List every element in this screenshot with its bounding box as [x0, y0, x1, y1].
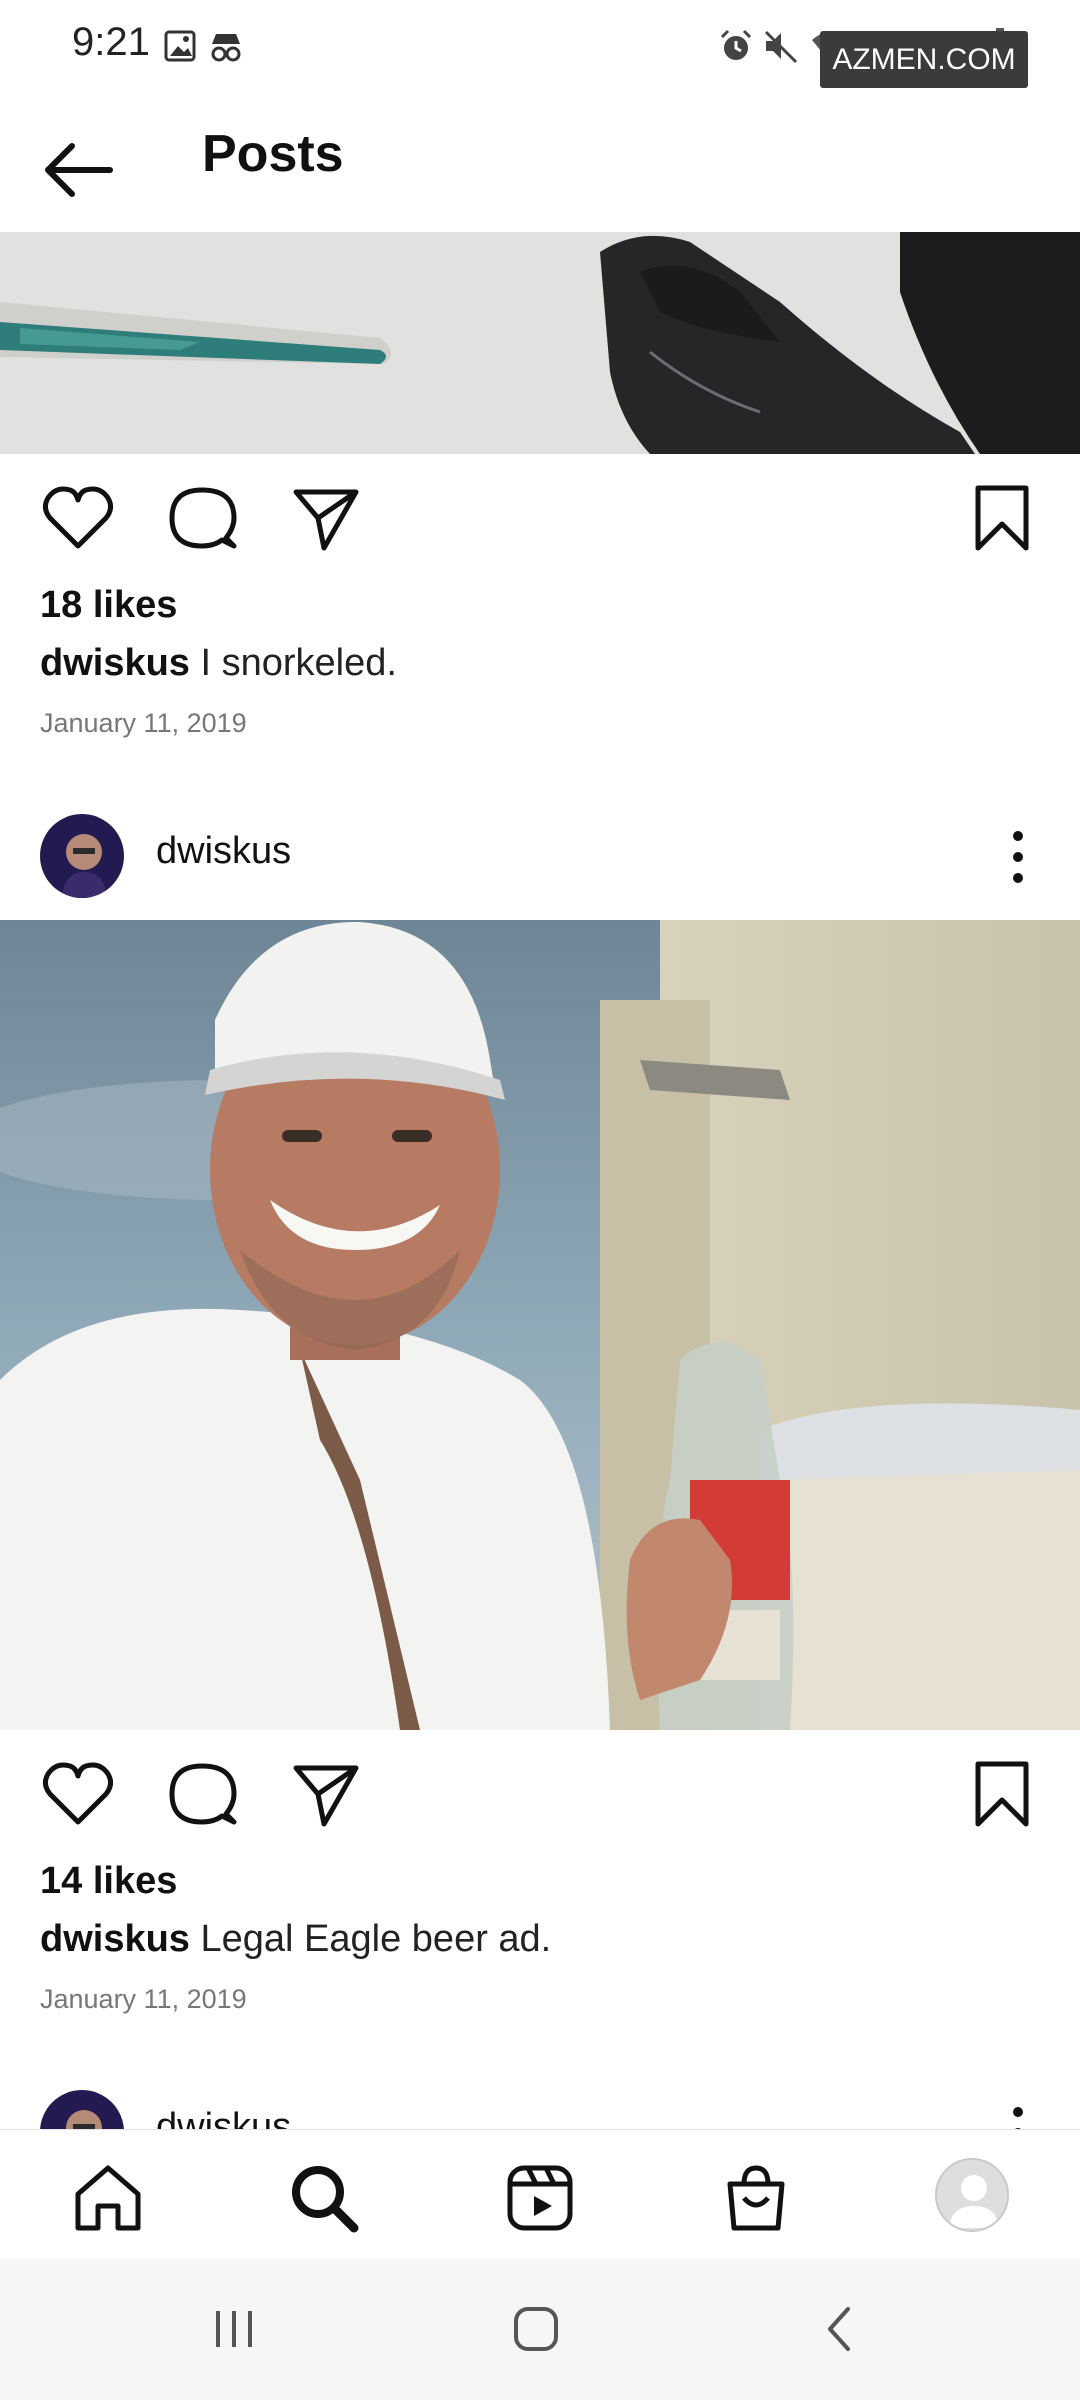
shop-icon[interactable] — [718, 2160, 794, 2236]
image-icon — [164, 30, 196, 62]
search-icon[interactable] — [286, 2160, 362, 2236]
heart-icon[interactable] — [40, 1756, 116, 1832]
profile-avatar[interactable] — [935, 2158, 1009, 2232]
more-options-icon[interactable] — [1000, 2098, 1036, 2129]
post-caption: dwiskus Legal Eagle beer ad. — [40, 1918, 551, 1961]
post-caption: dwiskus I snorkeled. — [40, 642, 397, 685]
caption-username[interactable]: dwiskus — [40, 1918, 190, 1960]
more-options-icon[interactable] — [1000, 822, 1036, 892]
post-author[interactable]: dwiskus — [156, 2106, 291, 2129]
caption-username[interactable]: dwiskus — [40, 642, 190, 684]
bottom-nav — [0, 2129, 1080, 2259]
posts-feed[interactable]: 18 likes dwiskus I snorkeled. January 11… — [0, 232, 1080, 2129]
incognito-icon — [211, 34, 241, 62]
likes-count[interactable]: 18 likes — [40, 584, 177, 627]
caption-text: I snorkeled. — [200, 642, 397, 684]
arrow-left-icon[interactable] — [40, 130, 120, 210]
share-icon[interactable] — [288, 1756, 364, 1832]
comment-icon[interactable] — [164, 1756, 240, 1832]
page-title: Posts — [202, 125, 344, 183]
system-nav — [0, 2259, 1080, 2400]
recents-icon[interactable] — [204, 2299, 264, 2359]
post-image-snorkel[interactable] — [0, 232, 1080, 454]
post-image-beer[interactable] — [0, 920, 1080, 1730]
caption-text: Legal Eagle beer ad. — [200, 1918, 552, 1960]
post-header: dwiskus — [0, 802, 1080, 912]
heart-icon[interactable] — [40, 480, 116, 556]
mute-icon — [764, 30, 798, 64]
avatar[interactable] — [40, 2090, 124, 2129]
post-header: dwiskus — [0, 2078, 1080, 2129]
status-bar: 9:21 AZMEN.COM — [0, 0, 1080, 96]
post-author[interactable]: dwiskus — [156, 830, 291, 873]
likes-count[interactable]: 14 likes — [40, 1860, 177, 1903]
home-button-icon[interactable] — [506, 2299, 566, 2359]
bookmark-icon[interactable] — [964, 1756, 1040, 1832]
back-icon[interactable] — [810, 2299, 870, 2359]
post-date: January 11, 2019 — [40, 708, 247, 738]
alarm-icon — [720, 29, 752, 60]
post-date: January 11, 2019 — [40, 1984, 247, 2014]
status-time: 9:21 — [72, 20, 150, 64]
app-header: Posts — [0, 96, 1080, 232]
avatar[interactable] — [40, 814, 124, 898]
comment-icon[interactable] — [164, 480, 240, 556]
share-icon[interactable] — [288, 480, 364, 556]
bookmark-icon[interactable] — [964, 480, 1040, 556]
reels-icon[interactable] — [502, 2160, 578, 2236]
watermark: AZMEN.COM — [820, 31, 1028, 88]
home-icon[interactable] — [70, 2160, 146, 2236]
